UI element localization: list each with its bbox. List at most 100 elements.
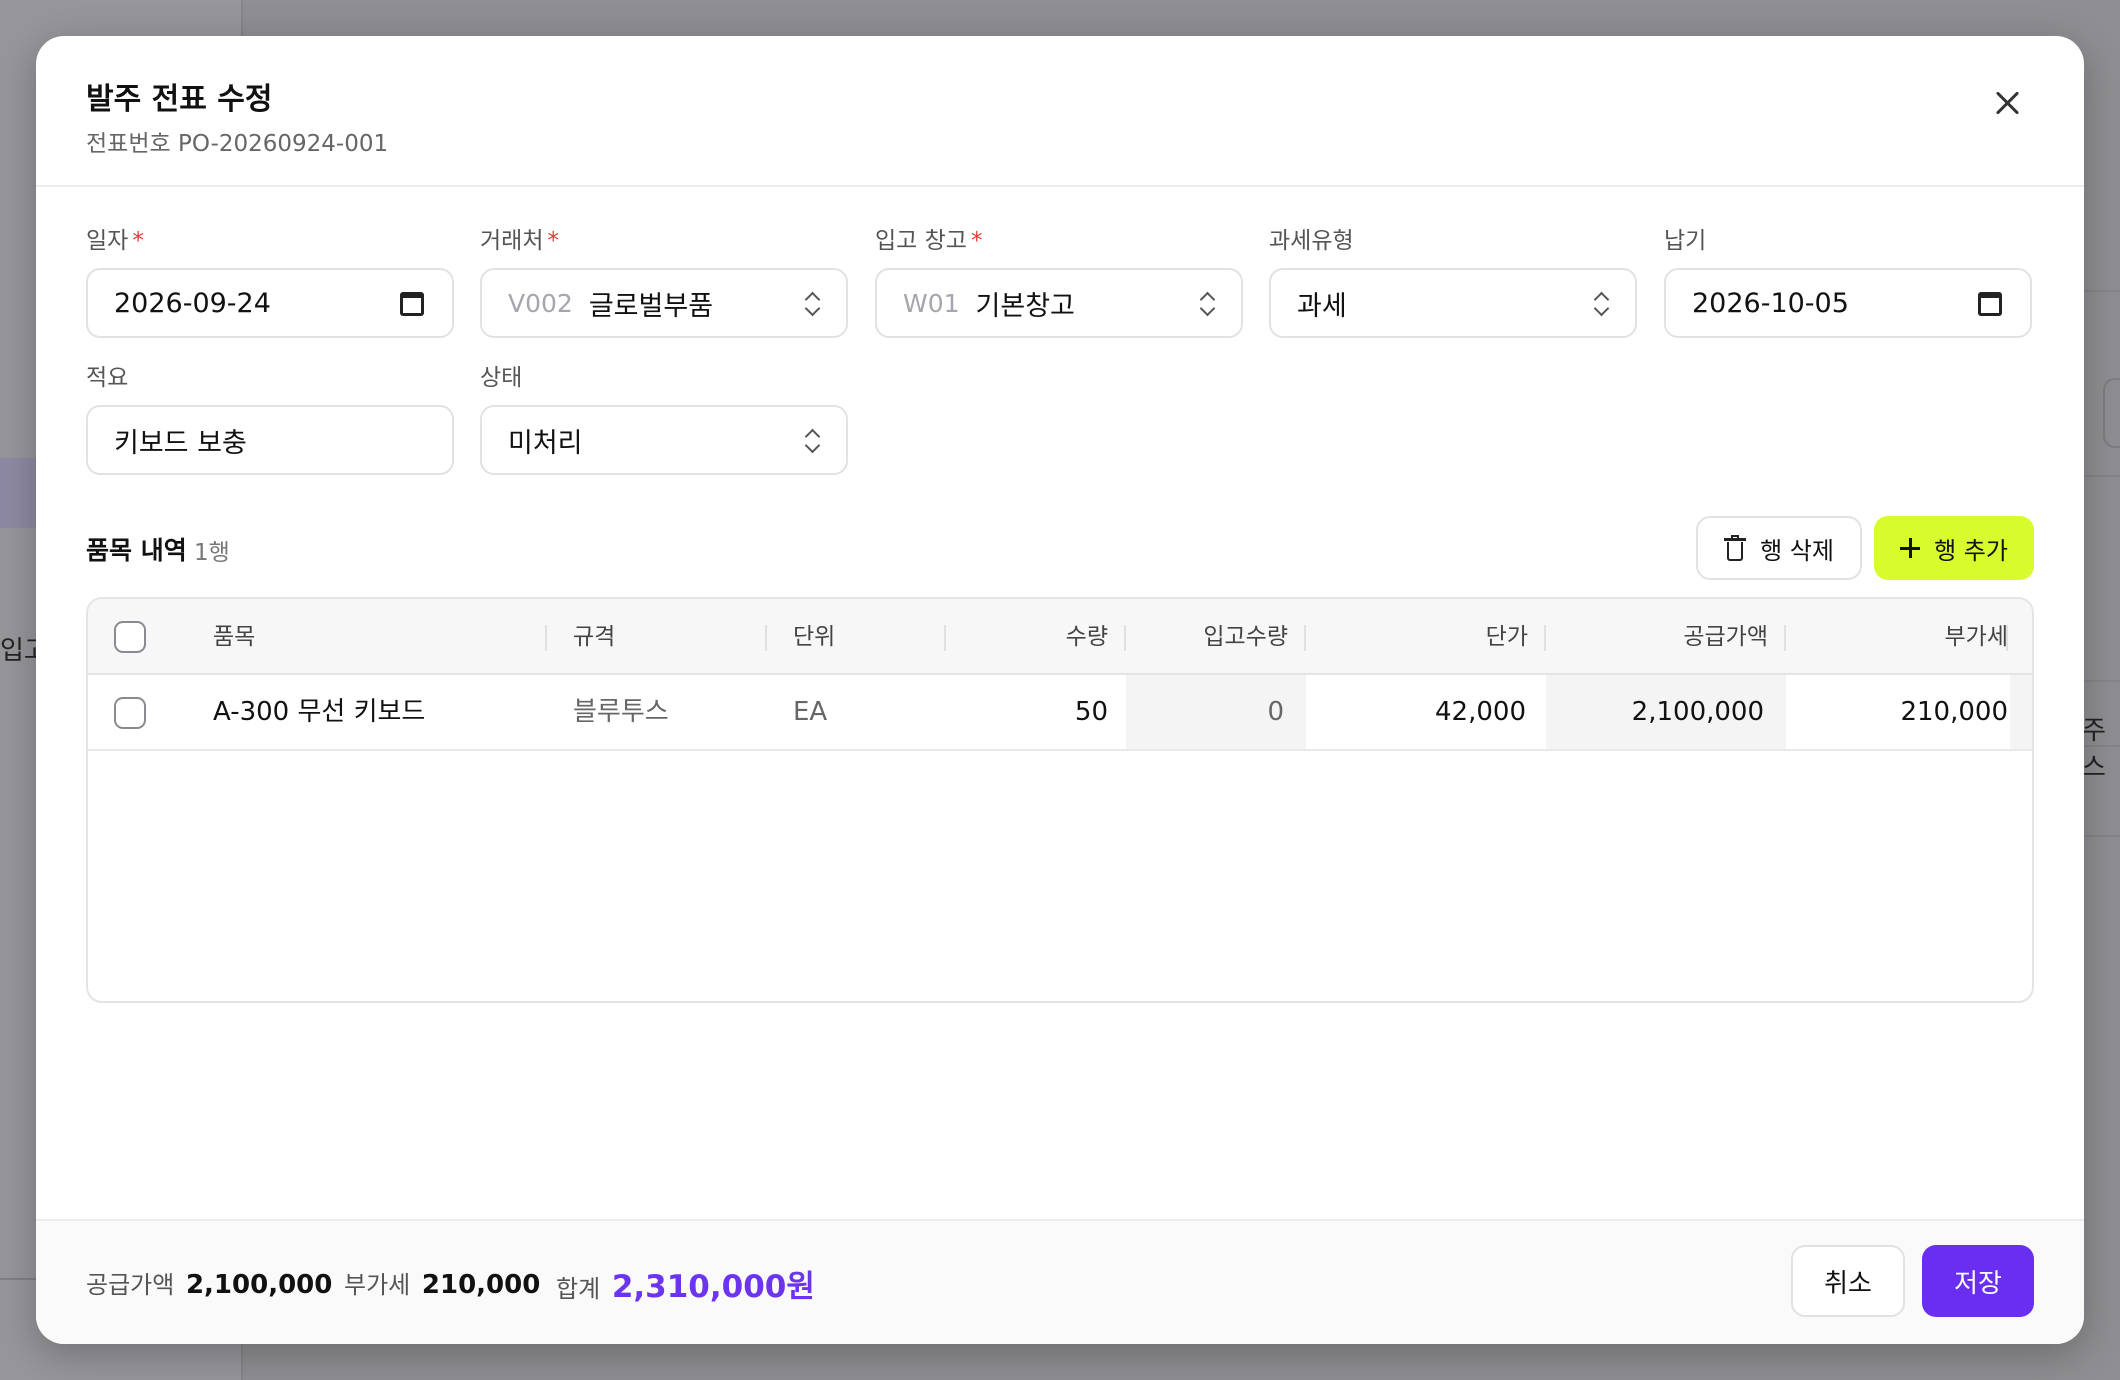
calendar-icon[interactable] [1978,292,2002,316]
close-icon[interactable] [1990,86,2024,120]
warehouse-label: 입고 창고 * [875,228,983,254]
modal-header: 발주 전표 수정 전표번호 PO-20260924-001 [36,36,2084,187]
modal-subtitle: 전표번호 PO-20260924-001 [86,131,389,157]
vat-total-label: 부가세 [344,1271,411,1299]
tax-type-value: 과세 [1297,290,1347,322]
cell-price[interactable]: 42,000 [1306,675,1546,749]
background-divider [2080,475,2120,477]
warehouse-code: W01 [903,288,960,318]
chevron-up-down-icon [1593,292,1609,316]
background-text-right: 주스 [2082,716,2106,783]
warehouse-select[interactable]: W01 기본창고 [875,268,1243,338]
column-header-unit: 단위 [793,624,836,650]
due-date-input[interactable]: 2026-10-05 [1664,268,2032,338]
row-checkbox[interactable] [114,697,146,729]
save-button[interactable]: 저장 [1922,1245,2034,1317]
column-header-vat: 부가세 [1944,624,2008,650]
required-mark: * [132,228,144,254]
background-button [2103,378,2120,448]
supply-total: 공급가액 2,100,000 [86,1265,332,1300]
grand-total-value: 2,310,000원 [611,1269,815,1305]
delete-row-button[interactable]: 행 삭제 [1696,516,1862,580]
vendor-field: 거래처 * V002 글로벌부품 [480,226,848,338]
cell-spec[interactable]: 블루투스 [573,675,669,749]
required-mark: * [547,228,559,254]
column-divider [944,625,946,651]
cell-item[interactable]: A-300 무선 키보드 [213,675,425,749]
modal-footer: 공급가액 2,100,000 부가세 210,000 합계 2,310,000원… [36,1219,2084,1344]
add-row-button[interactable]: 행 추가 [1874,516,2034,580]
trash-icon [1724,535,1747,561]
column-divider [1304,625,1306,651]
background-divider [2080,745,2120,747]
items-table: 품목 규격 단위 수량 입고수량 단가 공급가액 부가세 A-300 무선 키보… [86,597,2034,1003]
chevron-up-down-icon [1199,292,1215,316]
memo-value: 키보드 보충 [114,427,247,459]
table-row[interactable]: A-300 무선 키보드 블루투스 EA 50 0 42,000 2,100,0… [88,675,2032,751]
status-value: 미처리 [508,427,583,459]
column-divider [2006,625,2008,651]
date-value: 2026-09-24 [114,287,271,319]
supply-total-label: 공급가액 [86,1271,175,1299]
warehouse-field: 입고 창고 * W01 기본창고 [875,226,1243,338]
delete-row-label: 행 삭제 [1760,536,1834,565]
required-mark: * [970,228,983,254]
cell-unit[interactable]: EA [793,675,827,749]
items-row-count: 1행 [194,540,230,566]
items-section-title: 품목 내역 [86,536,187,565]
due-date-field: 납기 2026-10-05 [1664,226,2032,338]
cell-qty[interactable]: 50 [946,675,1108,749]
memo-input[interactable]: 키보드 보충 [86,405,454,475]
row-scroll-gutter [2010,675,2032,749]
due-date-value: 2026-10-05 [1692,287,1849,319]
cancel-button[interactable]: 취소 [1791,1245,1905,1317]
column-divider [765,625,767,651]
chevron-up-down-icon [804,429,820,453]
date-field: 일자 * 2026-09-24 [86,226,454,338]
modal-title: 발주 전표 수정 [86,82,273,117]
memo-field: 적요 키보드 보충 [86,363,454,475]
column-header-supply: 공급가액 [1683,624,1768,650]
column-header-qty: 수량 [1065,624,1108,650]
due-date-label: 납기 [1664,228,1707,254]
column-divider [1784,625,1786,651]
background-divider [2080,290,2120,292]
background-divider [2080,680,2120,682]
date-input[interactable]: 2026-09-24 [86,268,454,338]
status-label: 상태 [480,365,523,391]
calendar-icon[interactable] [400,292,424,316]
tax-type-select[interactable]: 과세 [1269,268,1637,338]
vat-total: 부가세 210,000 [344,1265,540,1300]
tax-type-field: 과세유형 과세 [1269,226,1637,338]
column-header-price: 단가 [1485,624,1528,650]
grand-total-label: 합계 [556,1275,601,1303]
add-row-label: 행 추가 [1934,536,2008,565]
vendor-select[interactable]: V002 글로벌부품 [480,268,848,338]
cell-vat[interactable]: 210,000 [1786,675,2008,749]
vat-total-value: 210,000 [421,1270,541,1300]
vendor-label: 거래처 * [480,228,559,254]
chevron-up-down-icon [804,292,820,316]
status-select[interactable]: 미처리 [480,405,848,475]
cell-received: 0 [1126,675,1306,749]
column-divider [1124,625,1126,651]
purchase-order-edit-modal: 발주 전표 수정 전표번호 PO-20260924-001 일자 * 2026-0… [36,36,2084,1344]
plus-icon [1900,538,1921,558]
vendor-value: 글로벌부품 [588,290,714,322]
supply-total-value: 2,100,000 [185,1270,333,1300]
vendor-code: V002 [508,288,573,318]
column-header-item: 품목 [213,624,256,650]
column-header-received: 입고수량 [1203,624,1288,650]
column-header-spec: 규격 [573,624,616,650]
select-all-checkbox[interactable] [114,621,146,653]
grand-total: 합계 2,310,000원 [556,1261,815,1306]
table-header: 품목 규격 단위 수량 입고수량 단가 공급가액 부가세 [88,599,2032,675]
warehouse-value: 기본창고 [975,290,1075,322]
status-field: 상태 미처리 [480,363,848,475]
column-divider [1544,625,1546,651]
memo-label: 적요 [86,365,129,391]
tax-type-label: 과세유형 [1269,228,1354,254]
date-label: 일자 * [86,228,144,254]
cell-supply: 2,100,000 [1546,675,1786,749]
column-divider [545,625,547,651]
